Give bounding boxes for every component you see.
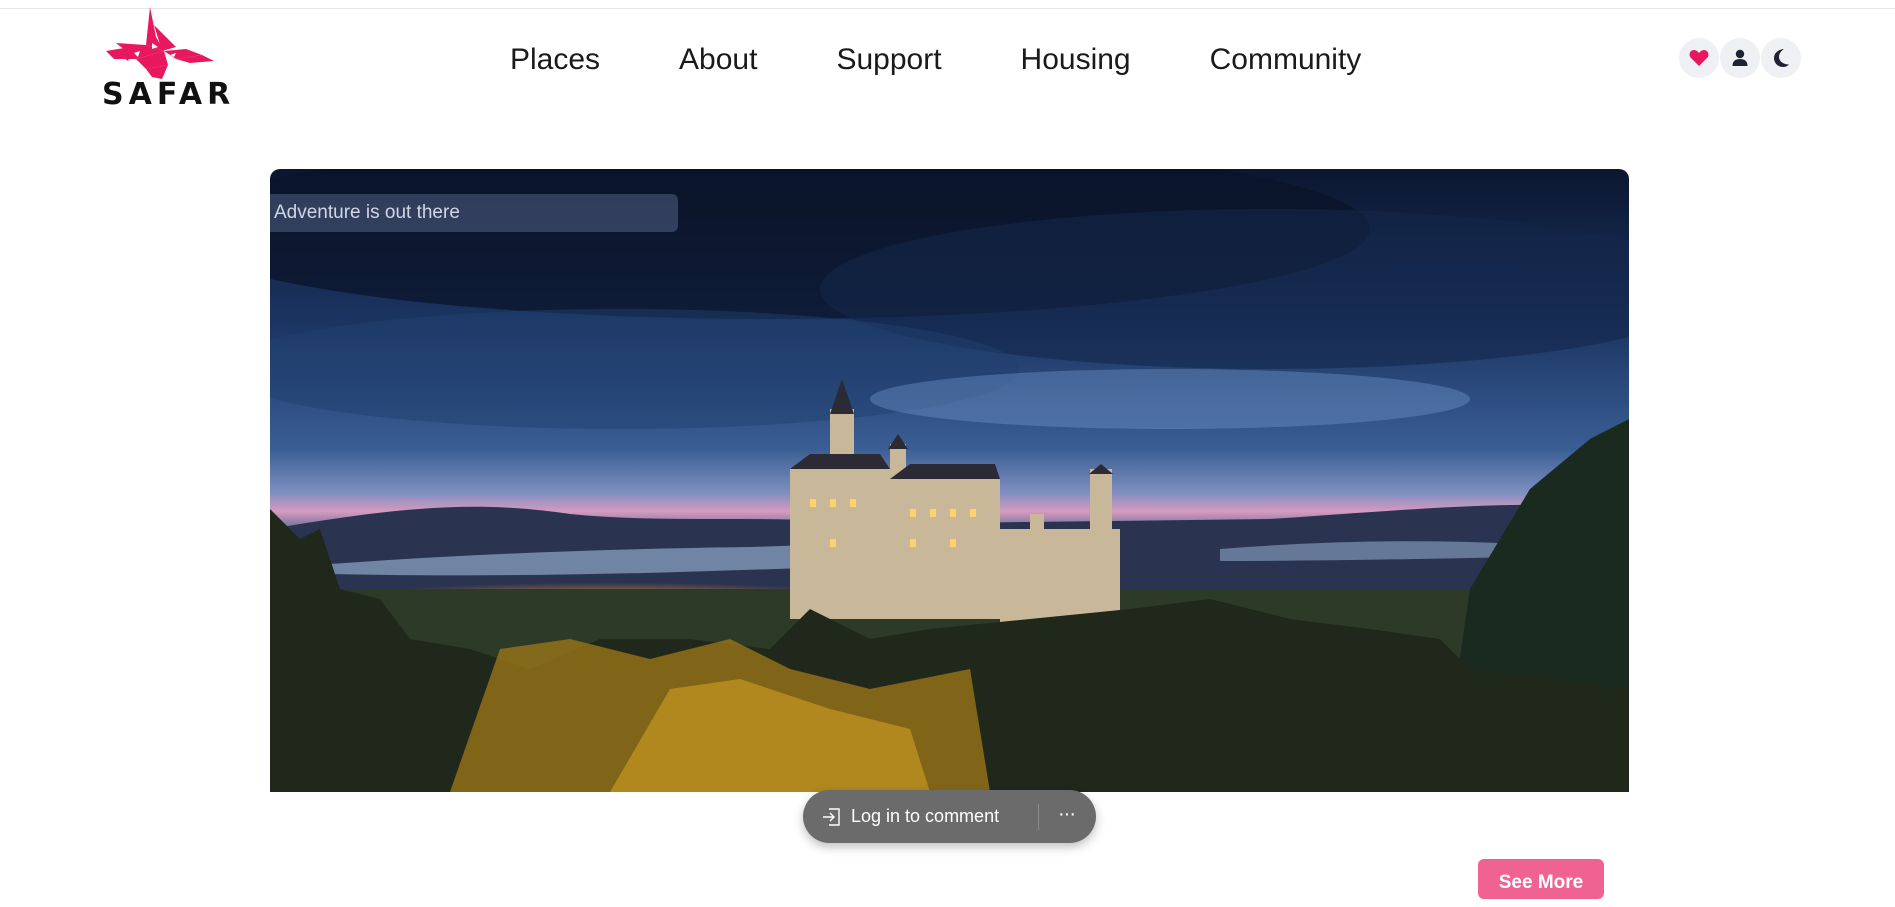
login-to-comment-link[interactable]: Log in to comment	[851, 806, 999, 827]
moon-icon	[1774, 49, 1789, 67]
see-more-button[interactable]: See More	[1478, 859, 1604, 899]
nav-item-housing[interactable]: Housing	[1021, 40, 1131, 80]
header-icons	[1679, 38, 1802, 78]
castle-landscape-image	[270, 169, 1629, 792]
dark-mode-toggle[interactable]	[1761, 38, 1801, 78]
user-icon	[1732, 49, 1748, 66]
favorites-button[interactable]	[1679, 38, 1719, 78]
login-icon	[823, 807, 840, 826]
nav-item-places[interactable]: Places	[510, 40, 600, 80]
more-options-icon[interactable]: ···	[1058, 803, 1076, 826]
safar-logo[interactable]: SAFAR	[102, 7, 230, 112]
comment-bar: Log in to comment ···	[803, 790, 1096, 843]
bird-logo-icon	[106, 7, 214, 79]
top-border	[0, 0, 1895, 9]
heart-icon	[1689, 50, 1709, 66]
profile-button[interactable]	[1720, 38, 1760, 78]
hero-image: Adventure is out there	[270, 169, 1629, 792]
nav-item-community[interactable]: Community	[1210, 40, 1362, 80]
nav-item-support[interactable]: Support	[836, 40, 941, 80]
nav-item-about[interactable]: About	[679, 40, 757, 80]
main-nav: Places About Support Housing Community	[510, 40, 1440, 80]
brand-name: SAFAR	[102, 77, 236, 112]
hero-search-input[interactable]: Adventure is out there	[270, 194, 678, 232]
divider	[1038, 804, 1039, 830]
